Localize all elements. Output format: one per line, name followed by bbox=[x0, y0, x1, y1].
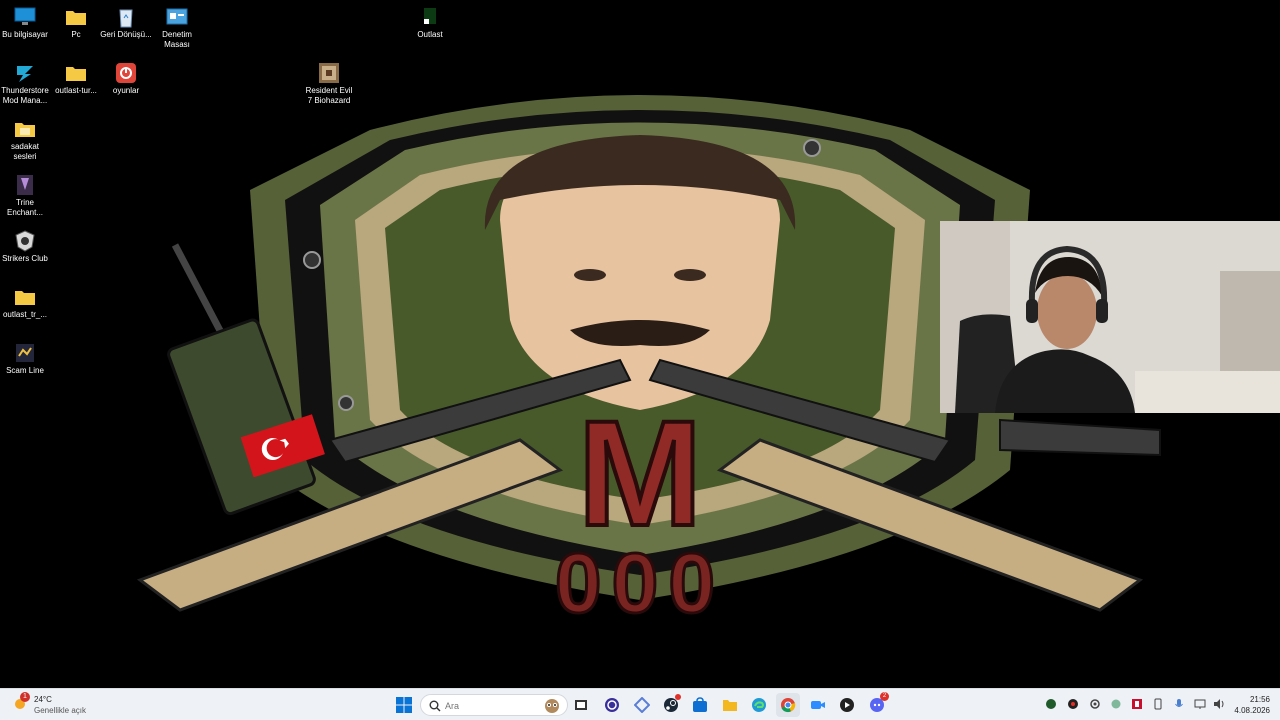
tray-app-red-icon bbox=[1132, 699, 1142, 709]
taskbar-app-steam[interactable] bbox=[659, 693, 683, 717]
tray-volume[interactable] bbox=[1212, 697, 1226, 711]
desktop-icon-oyunlar[interactable]: oyunlar bbox=[100, 62, 152, 96]
taskbar-app-zoom-video[interactable] bbox=[806, 693, 830, 717]
desktop-icon-label: Strikers Club bbox=[2, 254, 48, 263]
folder-icon bbox=[66, 11, 86, 25]
desktop-icon-outlast-tr[interactable]: outlast_tr_... bbox=[0, 286, 51, 320]
monitor-icon bbox=[14, 7, 36, 25]
chrome-icon bbox=[781, 698, 796, 713]
weather-notification-badge: 1 bbox=[20, 692, 30, 702]
desktop-icon-bu-bilgisayar[interactable]: Bu bilgisayar bbox=[0, 6, 51, 40]
taskbar-app-edge[interactable] bbox=[747, 693, 771, 717]
tray-green-dot-icon bbox=[1111, 699, 1121, 709]
tray-settings-icon bbox=[1090, 699, 1100, 709]
desktop-icon-label: Denetim Masası bbox=[162, 30, 192, 49]
outlast-shortcut-icon bbox=[424, 8, 436, 24]
desktop-icon-thunderstore[interactable]: Thunderstore Mod Mana... bbox=[0, 62, 51, 106]
steam-notification-dot bbox=[675, 694, 681, 700]
taskbar-app-media-player[interactable] bbox=[835, 693, 859, 717]
taskbar-clock[interactable]: 21:56 4.08.2026 bbox=[1234, 694, 1270, 716]
tray-phone[interactable] bbox=[1151, 697, 1165, 711]
edge-icon bbox=[752, 698, 766, 712]
desktop-icon-resident-evil[interactable]: Resident Evil 7 Biohazard bbox=[303, 62, 355, 106]
tray-phone-icon bbox=[1154, 698, 1162, 710]
tray-app-2-icon bbox=[1068, 699, 1078, 709]
file-explorer-icon bbox=[723, 700, 737, 711]
desktop-icon-label: Bu bilgisayar bbox=[2, 30, 48, 39]
desktop-icon-outlast-tur[interactable]: outlast-tur... bbox=[50, 62, 102, 96]
desktop-icon-label: Resident Evil 7 Biohazard bbox=[305, 86, 353, 105]
search-input[interactable] bbox=[445, 698, 535, 713]
desktop-icon-label: Geri Dönüşü... bbox=[100, 30, 152, 39]
strikers-club-icon bbox=[15, 230, 35, 252]
control-panel-icon bbox=[166, 8, 188, 25]
desktop-icon-label: Scam Line bbox=[6, 366, 44, 375]
media-player-icon bbox=[840, 698, 854, 712]
desktop-icon-label: Pc bbox=[71, 30, 81, 39]
desktop-icon-recycle-bin[interactable]: Geri Dönüşü... bbox=[100, 6, 152, 40]
wallpaper-logo-letter: M bbox=[578, 389, 703, 557]
desktop-icon-control-panel[interactable]: Denetim Masası bbox=[151, 6, 203, 50]
taskbar-app-diamond[interactable] bbox=[630, 693, 654, 717]
weather-condition: Genellikle açık bbox=[34, 706, 87, 715]
task-view-button[interactable] bbox=[569, 693, 593, 717]
weather-temperature: 24°C bbox=[34, 695, 52, 704]
desktop-icon-trine[interactable]: Trine Enchant... bbox=[0, 174, 51, 218]
folder-icon bbox=[66, 67, 86, 81]
desktop-icon-scam-line[interactable]: Scam Line bbox=[0, 342, 51, 376]
desktop-icon-label: Thunderstore Mod Mana... bbox=[1, 86, 49, 105]
tray-settings[interactable] bbox=[1088, 697, 1102, 711]
tray-green-dot[interactable] bbox=[1109, 697, 1123, 711]
thunderstore-icon bbox=[17, 66, 33, 82]
discord-notification-badge: 2 bbox=[880, 692, 889, 701]
desktop-icon-pc[interactable]: Pc bbox=[50, 6, 102, 40]
recycle-bin-icon bbox=[119, 9, 133, 28]
volume-icon bbox=[1214, 699, 1224, 709]
tray-app-2[interactable] bbox=[1066, 697, 1080, 711]
taskbar-app-browser-circle[interactable] bbox=[600, 693, 624, 717]
clock-time: 21:56 bbox=[1249, 695, 1270, 704]
trine-icon bbox=[17, 175, 33, 195]
taskbar-app-discord[interactable]: 2 bbox=[865, 692, 889, 717]
windows-start-button[interactable] bbox=[392, 693, 416, 717]
search-highlight-owl-icon bbox=[545, 699, 559, 713]
desktop-icon-outlast[interactable]: Outlast bbox=[404, 6, 456, 40]
task-view-icon bbox=[575, 700, 587, 710]
scam-line-icon bbox=[16, 344, 34, 362]
browser-circle-icon bbox=[605, 698, 619, 712]
taskbar-app-chrome[interactable] bbox=[776, 693, 800, 717]
wallpaper-logo-number: 000 bbox=[555, 536, 725, 630]
taskbar-search-box[interactable] bbox=[420, 694, 568, 716]
search-icon bbox=[429, 700, 441, 712]
store-icon bbox=[693, 697, 707, 712]
tray-microphone[interactable] bbox=[1172, 697, 1186, 711]
folder-icon bbox=[15, 291, 35, 305]
desktop-icon-sadakat-sesleri[interactable]: sadakat sesleri bbox=[0, 118, 51, 162]
zoom-video-icon bbox=[811, 701, 825, 709]
taskbar-app-store[interactable] bbox=[688, 693, 712, 717]
tray-app-1[interactable] bbox=[1044, 697, 1058, 711]
tray-app-red[interactable] bbox=[1130, 697, 1144, 711]
resident-evil-icon bbox=[319, 63, 339, 83]
diamond-app-icon bbox=[634, 697, 650, 713]
tray-app-1-icon bbox=[1046, 699, 1056, 709]
display-icon bbox=[1194, 699, 1206, 709]
taskbar-app-file-explorer[interactable] bbox=[718, 693, 742, 717]
windows-start-icon bbox=[396, 697, 412, 713]
folder-icon bbox=[15, 123, 35, 137]
microphone-icon bbox=[1175, 699, 1183, 707]
clock-date: 4.08.2026 bbox=[1234, 706, 1270, 715]
tray-display[interactable] bbox=[1193, 697, 1207, 711]
power-app-icon bbox=[116, 63, 136, 83]
desktop-icon-label: outlast-tur... bbox=[55, 86, 97, 95]
desktop-icon-label: outlast_tr_... bbox=[2, 310, 48, 319]
desktop-icon-label: oyunlar bbox=[112, 86, 140, 95]
taskbar: 1 24°C Genellikle açık Ara 2 21:56 4.08.… bbox=[0, 688, 1280, 720]
webcam-overlay bbox=[940, 221, 1280, 413]
desktop-icon-label: sadakat sesleri bbox=[10, 142, 40, 161]
desktop-icon-label: Outlast bbox=[417, 30, 443, 39]
desktop-icon-label: Trine Enchant... bbox=[6, 198, 44, 217]
desktop-icon-strikers-club[interactable]: Strikers Club bbox=[0, 230, 51, 264]
